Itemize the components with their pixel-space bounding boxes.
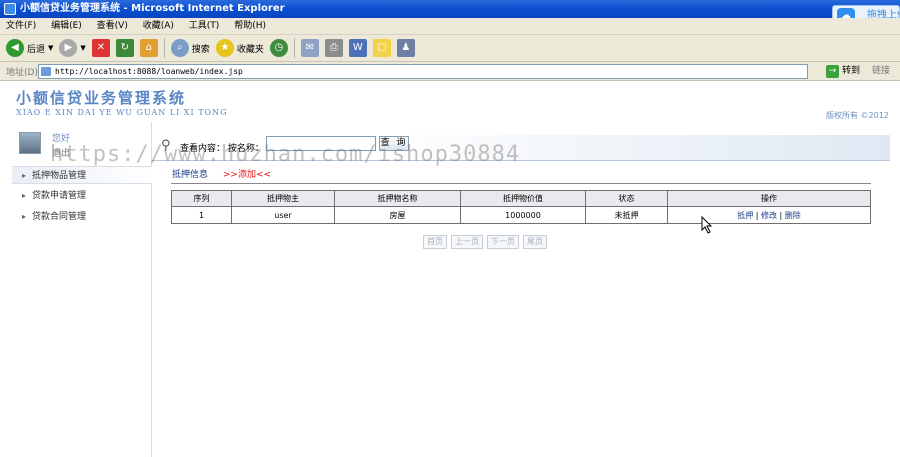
back-button[interactable]: ◀ 后退 ▼ bbox=[6, 37, 53, 59]
search-label: 搜索 bbox=[191, 44, 210, 55]
main-content: ⚲ 查看内容： 按名称： 查 询 抵押信息 >>添加<< 序列 抵押物主 抵押物… bbox=[152, 122, 900, 457]
pledge-link[interactable]: 抵押 bbox=[737, 211, 753, 220]
action-separator: | bbox=[755, 210, 759, 220]
user-box: 您好 退出 bbox=[12, 126, 152, 166]
back-arrow-icon: ◀ bbox=[6, 39, 24, 57]
print-icon[interactable]: ⎙ bbox=[324, 39, 343, 57]
messenger-icon[interactable]: ♟ bbox=[396, 39, 415, 57]
ie-app-icon bbox=[4, 3, 16, 15]
column-header: 操作 bbox=[667, 190, 871, 207]
stop-icon[interactable]: ✕ bbox=[91, 39, 110, 57]
table-row: 1 user 房屋 1000000 未抵押 抵押 | 修改 | 删除 bbox=[171, 206, 871, 224]
collateral-table: 序列 抵押物主 抵押物名称 抵押物价值 状态 操作 1 user 房屋 1000… bbox=[171, 190, 871, 224]
pager: 首页 上一页 下一页 尾页 bbox=[423, 235, 547, 249]
prev-page-button[interactable]: 上一页 bbox=[451, 235, 483, 249]
copyright: 版权所有 ©2012 bbox=[826, 111, 889, 120]
window-title-bar: 小额信贷业务管理系统 - Microsoft Internet Explorer bbox=[0, 0, 900, 18]
column-header: 序列 bbox=[171, 190, 232, 207]
column-header: 状态 bbox=[585, 190, 668, 207]
go-label: 转到 bbox=[842, 66, 861, 76]
history-icon[interactable]: ◷ bbox=[269, 39, 288, 57]
bullet-icon: ▸ bbox=[22, 191, 27, 200]
toolbar-divider bbox=[293, 38, 295, 58]
home-icon[interactable]: ⌂ bbox=[139, 39, 158, 57]
logout-link[interactable]: 退出 bbox=[52, 146, 70, 159]
bullet-icon: ▸ bbox=[22, 212, 27, 221]
menu-help[interactable]: 帮助(H) bbox=[228, 18, 272, 35]
content-tabs: 抵押信息 >>添加<< bbox=[172, 167, 271, 180]
search-label: 查看内容： 按名称： bbox=[180, 144, 264, 154]
dropdown-arrow-icon: ▼ bbox=[48, 44, 54, 52]
sidebar-item-loan-application[interactable]: ▸ 贷款申请管理 bbox=[12, 187, 152, 205]
menu-file[interactable]: 文件(F) bbox=[0, 18, 42, 35]
links-label[interactable]: 链接 bbox=[872, 64, 890, 79]
system-title: 小额信贷业务管理系统 bbox=[16, 89, 187, 107]
menu-view[interactable]: 查看(V) bbox=[91, 18, 134, 35]
sidebar-item-collateral[interactable]: ▸ 抵押物品管理 bbox=[12, 166, 152, 184]
table-header-row: 序列 抵押物主 抵押物名称 抵押物价值 状态 操作 bbox=[171, 190, 871, 207]
menu-bar: 文件(F) 编辑(E) 查看(V) 收藏(A) 工具(T) 帮助(H) bbox=[0, 18, 900, 35]
edit-link[interactable]: 修改 bbox=[761, 211, 777, 220]
menu-tools[interactable]: 工具(T) bbox=[183, 18, 226, 35]
cell-value: 1000000 bbox=[460, 206, 586, 224]
sidebar-item-label: 抵押物品管理 bbox=[32, 171, 87, 181]
back-label: 后退 bbox=[27, 44, 46, 55]
bullet-icon: ▸ bbox=[22, 171, 27, 180]
star-icon: ★ bbox=[215, 39, 234, 57]
forward-button[interactable]: ▶ ▼ bbox=[59, 37, 86, 59]
column-header: 抵押物价值 bbox=[460, 190, 586, 207]
sidebar-item-loan-contract[interactable]: ▸ 贷款合同管理 bbox=[12, 208, 152, 226]
sidebar: 您好 退出 ▸ 抵押物品管理 ▸ 贷款申请管理 ▸ 贷款合同管理 bbox=[12, 122, 152, 457]
search-input[interactable] bbox=[266, 136, 376, 151]
search-button[interactable]: ⌕ 搜索 bbox=[170, 37, 210, 59]
address-input[interactable]: http://localhost:8088/loanweb/index.jsp bbox=[38, 64, 808, 79]
search-bar: ⚲ 查看内容： 按名称： 查 询 bbox=[152, 135, 890, 161]
next-page-button[interactable]: 下一页 bbox=[487, 235, 519, 249]
column-header: 抵押物名称 bbox=[334, 190, 461, 207]
cell-seq: 1 bbox=[171, 206, 232, 224]
refresh-icon[interactable]: ↻ bbox=[115, 39, 134, 57]
greeting: 您好 bbox=[52, 134, 71, 144]
forward-arrow-icon: ▶ bbox=[59, 39, 78, 57]
cell-actions: 抵押 | 修改 | 删除 bbox=[667, 206, 871, 224]
avatar bbox=[19, 132, 41, 154]
system-pinyin: XIAO E XIN DAI YE WU GUAN LI XI TONG bbox=[16, 108, 228, 117]
cell-status: 未抵押 bbox=[585, 206, 668, 224]
go-arrow-icon: → bbox=[826, 65, 839, 78]
sidebar-item-label: 贷款合同管理 bbox=[32, 212, 87, 222]
window-title: 小额信贷业务管理系统 - Microsoft Internet Explorer bbox=[20, 3, 285, 14]
menu-favorites[interactable]: 收藏(A) bbox=[137, 18, 180, 35]
favorites-label: 收藏夹 bbox=[236, 44, 264, 55]
query-button[interactable]: 查 询 bbox=[379, 136, 409, 151]
edit-icon[interactable]: W bbox=[348, 39, 367, 57]
delete-link[interactable]: 删除 bbox=[785, 211, 801, 220]
action-separator: | bbox=[779, 210, 783, 220]
first-page-button[interactable]: 首页 bbox=[423, 235, 447, 249]
go-button[interactable]: → 转到 bbox=[826, 64, 860, 79]
mail-icon[interactable]: ✉ bbox=[300, 39, 319, 57]
menu-edit[interactable]: 编辑(E) bbox=[45, 18, 88, 35]
sidebar-item-label: 贷款申请管理 bbox=[32, 191, 87, 201]
browser-toolbar: ◀ 后退 ▼ ▶ ▼ ✕ ↻ ⌂ ⌕ 搜索 ★ 收藏夹 ◷ ✉ ⎙ W ▢ ♟ bbox=[0, 35, 900, 62]
address-url: http://localhost:8088/loanweb/index.jsp bbox=[55, 67, 243, 76]
toolbar-divider bbox=[163, 38, 165, 58]
search-icon: ⌕ bbox=[170, 39, 189, 57]
discuss-icon[interactable]: ▢ bbox=[372, 39, 391, 57]
tab-collateral-info[interactable]: 抵押信息 bbox=[172, 170, 208, 180]
favorites-button[interactable]: ★ 收藏夹 bbox=[215, 37, 264, 59]
column-header: 抵押物主 bbox=[231, 190, 335, 207]
add-link[interactable]: >>添加<< bbox=[223, 170, 271, 180]
cell-owner: user bbox=[231, 206, 335, 224]
last-page-button[interactable]: 尾页 bbox=[523, 235, 547, 249]
page-icon bbox=[41, 67, 51, 76]
address-bar: 地址(D) http://localhost:8088/loanweb/inde… bbox=[0, 62, 900, 81]
system-header: 小额信贷业务管理系统 XIAO E XIN DAI YE WU GUAN LI … bbox=[0, 82, 900, 122]
divider bbox=[171, 183, 871, 184]
cell-name: 房屋 bbox=[334, 206, 461, 224]
dropdown-arrow-icon: ▼ bbox=[80, 44, 86, 52]
magnifier-icon: ⚲ bbox=[161, 138, 171, 153]
mouse-cursor-icon bbox=[701, 216, 713, 234]
address-label: 地址(D) bbox=[6, 68, 38, 78]
